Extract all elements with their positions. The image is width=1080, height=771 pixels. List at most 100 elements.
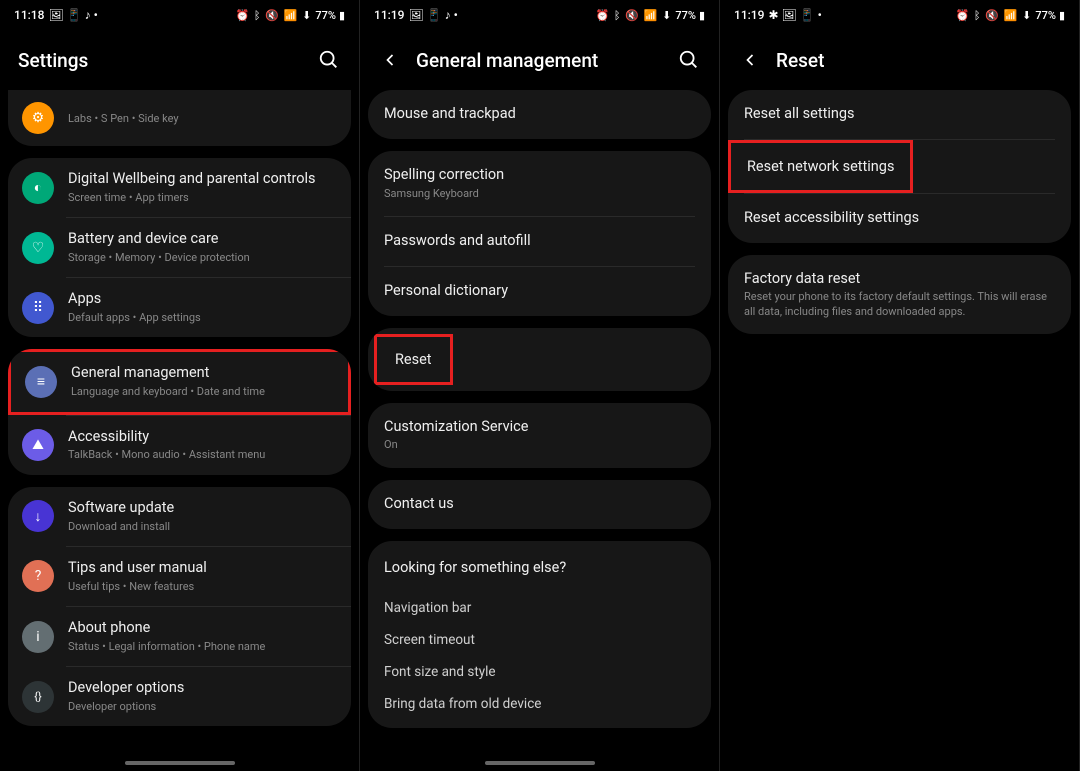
item-title: Customization Service: [384, 418, 695, 437]
item-title: Reset accessibility settings: [744, 209, 1055, 228]
item-title: Software update: [68, 499, 337, 518]
item-title: Reset network settings: [747, 158, 894, 175]
general-content[interactable]: Mouse and trackpad Spelling correction S…: [360, 90, 719, 756]
back-button[interactable]: [378, 48, 402, 72]
item-title: Spelling correction: [384, 166, 695, 185]
item-subtitle: Language and keyboard • Date and time: [71, 385, 334, 399]
status-bar: 11:18 🖼 📱 ♪ • ⏰ ᛒ 🔇 📶 ⬇ 77% ▮: [0, 0, 359, 30]
wellbeing-icon: ◐: [22, 172, 54, 204]
header: General management: [360, 30, 719, 90]
about-icon: i: [22, 621, 54, 653]
section-about: ↓ Software update Download and install ?…: [8, 487, 351, 727]
list-item-passwords[interactable]: Passwords and autofill: [368, 217, 711, 266]
page-title: Settings: [18, 49, 303, 72]
phone-settings: 11:18 🖼 📱 ♪ • ⏰ ᛒ 🔇 📶 ⬇ 77% ▮ Settings ⚙…: [0, 0, 360, 771]
search-button[interactable]: [677, 48, 701, 72]
status-time: 11:19: [374, 8, 404, 22]
list-item-apps[interactable]: ⠿ Apps Default apps • App settings: [8, 278, 351, 337]
item-subtitle: Status • Legal information • Phone name: [68, 640, 337, 654]
item-title: Reset all settings: [744, 105, 1055, 124]
looking-title: Looking for something else?: [384, 559, 695, 576]
status-left-icons: ✱ 🖼 📱 •: [768, 8, 821, 22]
page-title: General management: [416, 49, 663, 72]
item-title: Digital Wellbeing and parental controls: [68, 170, 337, 189]
section-reset-options: Reset all settings Reset network setting…: [728, 90, 1071, 243]
item-title: Developer options: [68, 679, 337, 698]
list-item-battery[interactable]: ♡ Battery and device care Storage • Memo…: [8, 218, 351, 277]
general-icon: ≡: [25, 366, 57, 398]
update-icon: ↓: [22, 500, 54, 532]
item-title: About phone: [68, 619, 337, 638]
item-subtitle: Labs • S Pen • Side key: [68, 112, 337, 126]
list-item-accessibility[interactable]: ⛰ Accessibility TalkBack • Mono audio • …: [8, 416, 351, 475]
phone-general-management: 11:19 🖼 📱 ♪ • ⏰ ᛒ 🔇 📶 ⬇ 77% ▮ General ma…: [360, 0, 720, 771]
looking-item-bring[interactable]: Bring data from old device: [384, 688, 695, 720]
list-item-reset[interactable]: Reset: [374, 334, 453, 385]
section-customization: Customization Service On: [368, 403, 711, 468]
section-looking-for: Looking for something else? Navigation b…: [368, 541, 711, 728]
item-title: Mouse and trackpad: [384, 105, 695, 124]
status-bar: 11:19 ✱ 🖼 📱 • ⏰ ᛒ 🔇 📶 ⬇ 77% ▮: [720, 0, 1079, 30]
list-item-contact[interactable]: Contact us: [368, 480, 711, 529]
advanced-icon: ⚙: [22, 102, 54, 134]
home-indicator[interactable]: [485, 761, 595, 765]
list-item-spelling[interactable]: Spelling correction Samsung Keyboard: [368, 151, 711, 216]
accessibility-icon: ⛰: [22, 429, 54, 461]
section-contact: Contact us: [368, 480, 711, 529]
header: Settings: [0, 30, 359, 90]
list-item-reset-network[interactable]: Reset network settings: [728, 140, 913, 193]
item-subtitle: Default apps • App settings: [68, 311, 337, 325]
section-mouse: Mouse and trackpad: [368, 90, 711, 139]
back-button[interactable]: [738, 48, 762, 72]
list-item-wellbeing[interactable]: ◐ Digital Wellbeing and parental control…: [8, 158, 351, 217]
status-right-icons: ⏰ ᛒ 🔇 📶 ⬇: [595, 9, 672, 22]
status-time: 11:19: [734, 8, 764, 22]
section-factory: Factory data reset Reset your phone to i…: [728, 255, 1071, 334]
list-item-developer[interactable]: {} Developer options Developer options: [8, 667, 351, 726]
list-item-factory-reset[interactable]: Factory data reset Reset your phone to i…: [728, 255, 1071, 334]
list-item-mouse[interactable]: Mouse and trackpad: [368, 90, 711, 139]
item-subtitle: Developer options: [68, 700, 337, 714]
looking-item-nav[interactable]: Navigation bar: [384, 592, 695, 624]
list-item-advanced[interactable]: ⚙ Labs • S Pen • Side key: [8, 90, 351, 146]
tips-icon: ?: [22, 560, 54, 592]
section-advanced: ⚙ Labs • S Pen • Side key: [8, 90, 351, 146]
list-item-software-update[interactable]: ↓ Software update Download and install: [8, 487, 351, 546]
item-subtitle: TalkBack • Mono audio • Assistant menu: [68, 448, 337, 462]
section-input: Spelling correction Samsung Keyboard Pas…: [368, 151, 711, 316]
item-subtitle: Useful tips • New features: [68, 580, 337, 594]
page-title: Reset: [776, 49, 1061, 72]
list-item-customization[interactable]: Customization Service On: [368, 403, 711, 468]
status-right-icons: ⏰ ᛒ 🔇 📶 ⬇: [235, 9, 312, 22]
item-title: Personal dictionary: [384, 282, 695, 301]
status-battery: 77%: [315, 9, 336, 22]
settings-content[interactable]: ⚙ Labs • S Pen • Side key ◐ Digital Well…: [0, 90, 359, 756]
status-right-icons: ⏰ ᛒ 🔇 📶 ⬇: [955, 9, 1032, 22]
item-title: Battery and device care: [68, 230, 337, 249]
list-item-tips[interactable]: ? Tips and user manual Useful tips • New…: [8, 547, 351, 606]
section-general: ≡ General management Language and keyboa…: [8, 349, 351, 474]
item-subtitle: Screen time • App timers: [68, 191, 337, 205]
list-item-about-phone[interactable]: i About phone Status • Legal information…: [8, 607, 351, 666]
battery-icon: ▮: [339, 9, 345, 22]
search-button[interactable]: [317, 48, 341, 72]
looking-item-timeout[interactable]: Screen timeout: [384, 624, 695, 656]
status-time: 11:18: [14, 8, 44, 22]
item-title: Contact us: [384, 495, 695, 514]
looking-item-font[interactable]: Font size and style: [384, 656, 695, 688]
status-left-icons: 🖼 📱 ♪ •: [48, 8, 97, 22]
section-reset: Reset: [368, 328, 711, 391]
developer-icon: {}: [22, 681, 54, 713]
list-item-general-management[interactable]: ≡ General management Language and keyboa…: [8, 349, 351, 414]
item-title: Tips and user manual: [68, 559, 337, 578]
reset-content[interactable]: Reset all settings Reset network setting…: [720, 90, 1079, 756]
list-item-reset-all[interactable]: Reset all settings: [728, 90, 1071, 139]
list-item-reset-accessibility[interactable]: Reset accessibility settings: [728, 194, 1071, 243]
list-item-dictionary[interactable]: Personal dictionary: [368, 267, 711, 316]
battery-care-icon: ♡: [22, 232, 54, 264]
status-battery: 77%: [1035, 9, 1056, 22]
home-indicator[interactable]: [125, 761, 235, 765]
item-title: Factory data reset: [744, 270, 1055, 289]
battery-icon: ▮: [1059, 9, 1065, 22]
apps-icon: ⠿: [22, 292, 54, 324]
